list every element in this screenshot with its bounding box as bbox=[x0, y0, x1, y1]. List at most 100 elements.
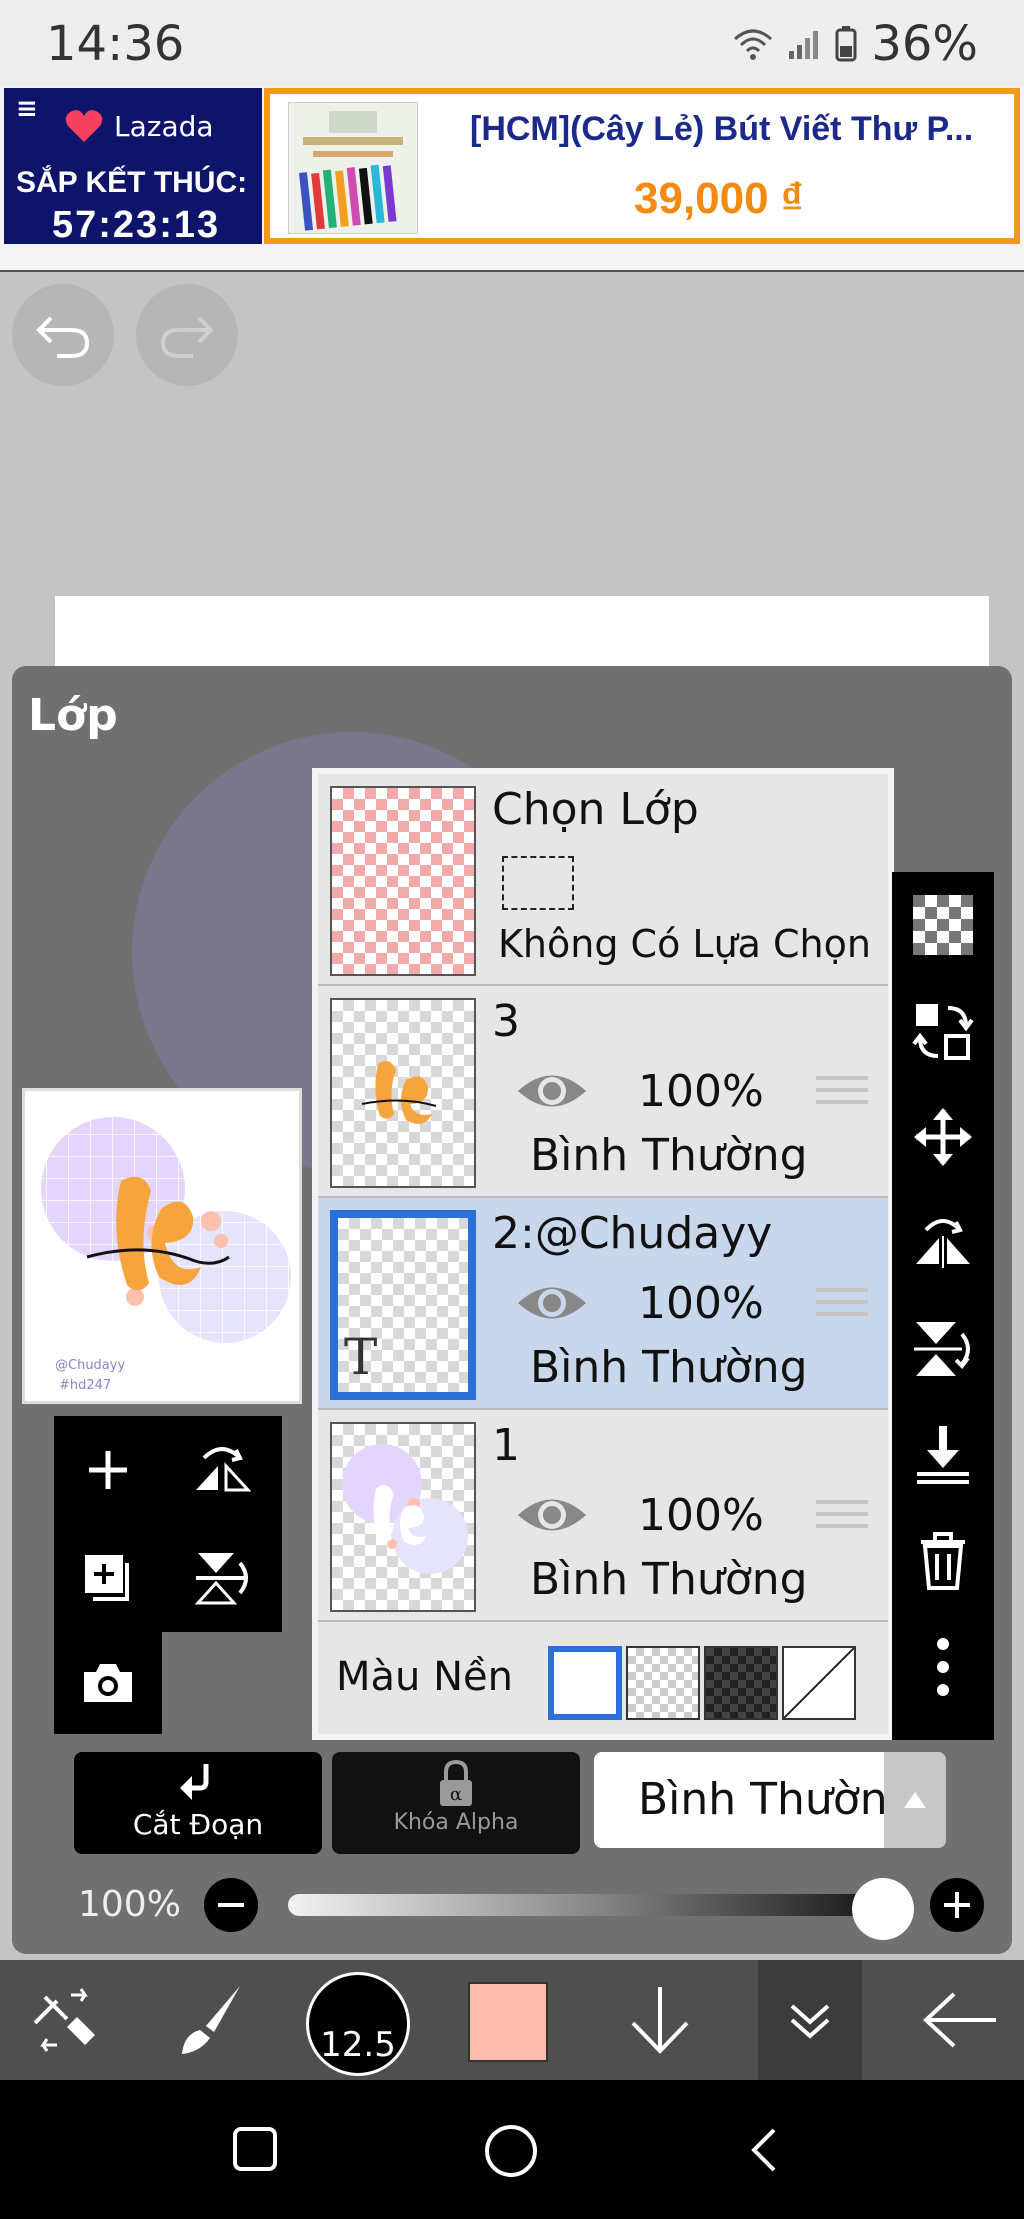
layer-thumbnail bbox=[330, 998, 476, 1188]
layer-row[interactable]: 1 100% Bình Thường bbox=[318, 1410, 888, 1622]
chevron-double-down-icon bbox=[790, 2004, 830, 2039]
signal-icon bbox=[789, 31, 819, 59]
redo-icon bbox=[160, 316, 214, 358]
bg-white-swatch[interactable] bbox=[548, 1646, 622, 1720]
clipping-button[interactable]: Cắt Đoạn bbox=[74, 1752, 322, 1854]
ad-countdown: 57:23:13 bbox=[52, 204, 221, 246]
ad-banner[interactable]: ≡ Lazada SẮP KẾT THÚC: 57:23:13 [HCM](Câ… bbox=[0, 86, 1024, 272]
blend-mode-value: Bình Thường bbox=[638, 1774, 916, 1825]
arrow-left-icon bbox=[923, 1992, 996, 2048]
preview-tag: #hd247 bbox=[59, 1378, 111, 1393]
background-color-row: Màu Nền bbox=[318, 1624, 888, 1734]
clip-arrow-icon bbox=[180, 1764, 209, 1800]
brush-tool-button[interactable] bbox=[150, 1960, 270, 2080]
opacity-increase-button[interactable] bbox=[930, 1878, 984, 1932]
camera-icon bbox=[84, 1664, 132, 1702]
blend-mode-select[interactable]: Bình Thường bbox=[594, 1752, 946, 1848]
opacity-slider-track[interactable] bbox=[288, 1894, 894, 1916]
bg-dark-checker-swatch[interactable] bbox=[704, 1646, 778, 1720]
selection-marquee-icon bbox=[502, 856, 574, 910]
camera-button[interactable] bbox=[54, 1632, 162, 1734]
ad-promo-panel[interactable]: ≡ Lazada SẮP KẾT THÚC: 57:23:13 bbox=[4, 88, 262, 246]
layer-blend-mode[interactable]: Bình Thường bbox=[530, 1342, 808, 1393]
trash-icon bbox=[921, 1532, 965, 1590]
recents-icon bbox=[233, 2127, 277, 2171]
svg-text:α: α bbox=[450, 1784, 462, 1805]
add-layer-button[interactable] bbox=[54, 1416, 162, 1524]
layer-opacity[interactable]: 100% bbox=[638, 1066, 764, 1117]
move-button[interactable] bbox=[892, 1084, 994, 1190]
drawing-canvas[interactable] bbox=[55, 596, 989, 666]
home-button[interactable] bbox=[484, 2124, 538, 2178]
ad-cta-text: SẮP KẾT THÚC: bbox=[16, 166, 248, 199]
brush-size-indicator[interactable]: 12.5 bbox=[306, 1972, 410, 2076]
merge-down-button[interactable] bbox=[892, 1402, 994, 1508]
system-nav-bar bbox=[0, 2080, 1024, 2219]
visibility-eye-icon[interactable] bbox=[514, 1068, 590, 1114]
layer-thumbnail: T bbox=[330, 1210, 476, 1400]
duplicate-layer-button[interactable] bbox=[54, 1524, 162, 1632]
transform-tool-button[interactable] bbox=[4, 1960, 124, 2080]
redo-button[interactable] bbox=[136, 284, 238, 386]
canvas-preview[interactable]: @Chudayy #hd247 bbox=[22, 1088, 302, 1404]
ad-product-image bbox=[288, 102, 418, 234]
arrow-down-icon bbox=[631, 1987, 689, 2054]
layer-thumbnail bbox=[330, 1422, 476, 1612]
status-bar: 14:36 36% bbox=[0, 0, 1024, 88]
layer-blend-mode[interactable]: Bình Thường bbox=[530, 1554, 808, 1605]
lock-icon: α bbox=[440, 1760, 472, 1806]
drag-handle-icon[interactable] bbox=[816, 1076, 868, 1116]
opacity-value-label: 100% bbox=[78, 1884, 181, 1925]
background-color-label: Màu Nền bbox=[336, 1654, 513, 1700]
visibility-eye-icon[interactable] bbox=[514, 1492, 590, 1538]
chevron-up-icon bbox=[904, 1792, 926, 1808]
bg-transparent-swatch[interactable] bbox=[626, 1646, 700, 1720]
clipping-label: Cắt Đoạn bbox=[132, 1808, 264, 1841]
ad-logo: Lazada bbox=[64, 108, 214, 144]
drag-handle-icon[interactable] bbox=[816, 1500, 868, 1540]
blend-mode-dropdown-button[interactable] bbox=[884, 1752, 946, 1848]
selection-layer-row[interactable]: Chọn Lớp Không Có Lựa Chọn bbox=[318, 774, 888, 986]
ad-product-title: [HCM](Cây Lẻ) Bút Viết Thư P... bbox=[470, 110, 974, 148]
opacity-slider-thumb[interactable] bbox=[852, 1878, 914, 1940]
layer-blend-mode[interactable]: Bình Thường bbox=[530, 1130, 808, 1181]
transparency-button[interactable] bbox=[892, 872, 994, 978]
layer-row-selected[interactable]: T 2:@Chudayy 100% Bình Thường bbox=[318, 1198, 888, 1410]
visibility-eye-icon[interactable] bbox=[514, 1280, 590, 1326]
wifi-icon bbox=[734, 29, 773, 60]
back-button[interactable] bbox=[748, 2126, 778, 2174]
flip-horizontal-button[interactable] bbox=[892, 1190, 994, 1296]
layer-opacity[interactable]: 100% bbox=[638, 1490, 764, 1541]
plus-icon bbox=[944, 1892, 970, 1918]
back-arrow-button[interactable] bbox=[900, 1960, 1020, 2080]
drag-handle-icon[interactable] bbox=[816, 1288, 868, 1328]
layer-opacity[interactable]: 100% bbox=[638, 1278, 764, 1329]
more-options-button[interactable] bbox=[892, 1614, 994, 1720]
current-color-swatch[interactable] bbox=[468, 1982, 548, 2062]
flip-vertical-button[interactable] bbox=[892, 1296, 994, 1402]
layer-name: 1 bbox=[492, 1420, 520, 1471]
brush-icon bbox=[182, 1986, 240, 2054]
move-down-button[interactable] bbox=[600, 1960, 720, 2080]
layer-left-tools bbox=[54, 1416, 282, 1734]
transform-tool-icon bbox=[33, 1988, 95, 2052]
status-time: 14:36 bbox=[46, 16, 185, 72]
ad-menu-icon[interactable]: ≡ bbox=[16, 94, 38, 124]
bottom-toolbar: 12.5 bbox=[0, 1960, 1024, 2080]
ad-product-card[interactable]: [HCM](Cây Lẻ) Bút Viết Thư P... 39,000 ₫ bbox=[264, 88, 1020, 244]
lazada-heart-icon bbox=[65, 110, 103, 142]
undo-button[interactable] bbox=[12, 284, 114, 386]
layer-row[interactable]: 3 100% Bình Thường bbox=[318, 986, 888, 1198]
alpha-lock-label: Khóa Alpha bbox=[393, 1810, 519, 1835]
flip-vertical-layer-button[interactable] bbox=[166, 1524, 278, 1632]
home-icon bbox=[485, 2125, 537, 2177]
bg-none-swatch[interactable] bbox=[782, 1646, 856, 1720]
recents-button[interactable] bbox=[232, 2126, 278, 2172]
opacity-decrease-button[interactable] bbox=[204, 1878, 258, 1932]
layers-toggle-button[interactable] bbox=[758, 1960, 862, 2080]
alpha-lock-button[interactable]: α Khóa Alpha bbox=[332, 1752, 580, 1854]
delete-layer-button[interactable] bbox=[892, 1508, 994, 1614]
ad-brand: Lazada bbox=[114, 109, 214, 143]
flip-horizontal-layer-button[interactable] bbox=[166, 1416, 278, 1524]
transform-select-button[interactable] bbox=[892, 978, 994, 1084]
